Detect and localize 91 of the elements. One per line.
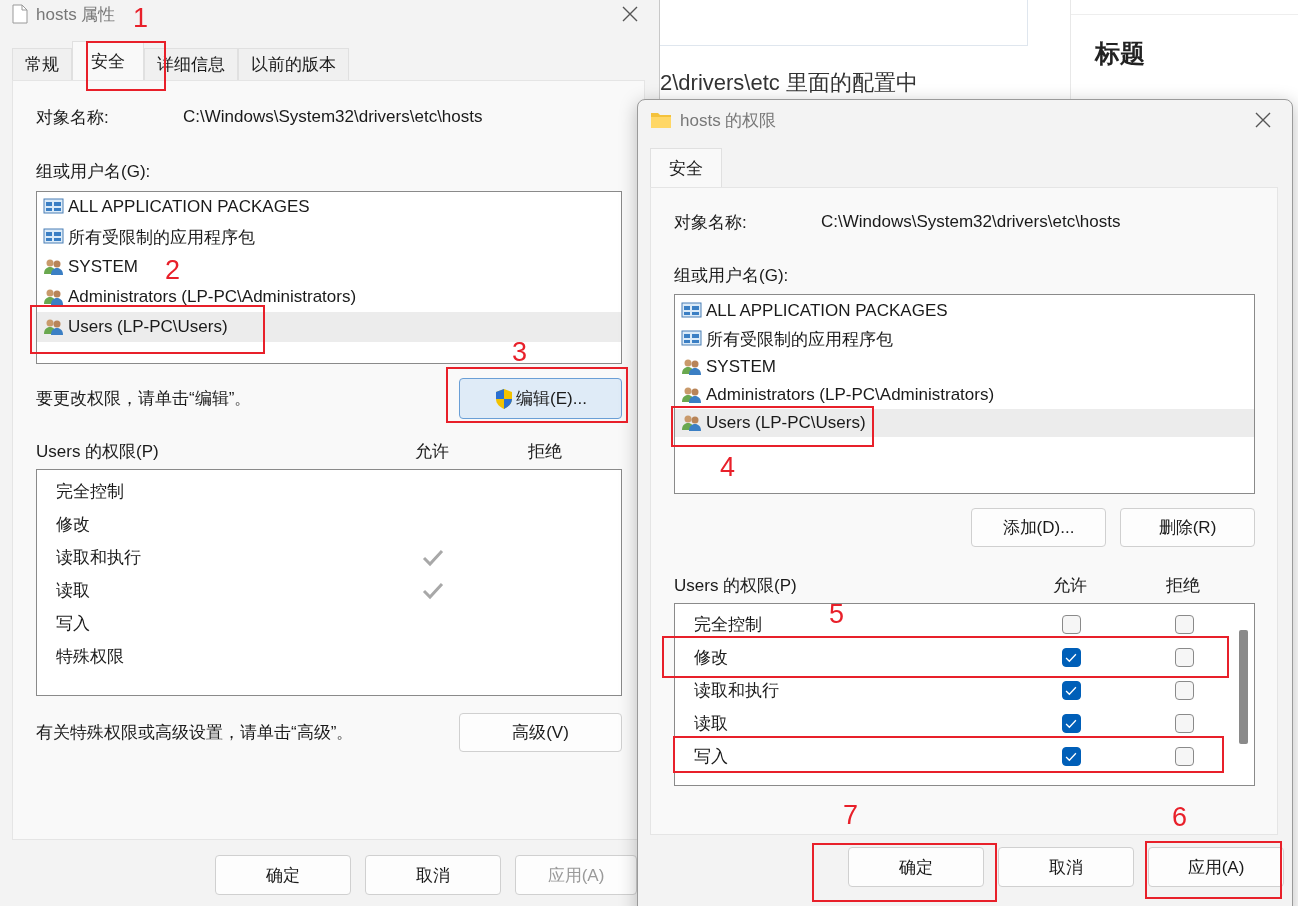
users-icon	[681, 386, 702, 404]
users-icon	[43, 288, 64, 306]
group-item[interactable]: SYSTEM	[675, 353, 782, 381]
close-icon[interactable]	[1254, 111, 1272, 129]
permission-name: 完全控制	[55, 481, 124, 503]
object-path: C:\Windows\System32\drivers\etc\hosts	[183, 107, 483, 127]
check-icon	[1065, 652, 1077, 663]
advanced-hint: 有关特殊权限或高级设置，请单击“高级”。	[36, 722, 354, 744]
close-icon[interactable]	[621, 5, 639, 23]
allow-checkbox[interactable]	[1061, 714, 1081, 733]
object-label: 对象名称:	[674, 211, 748, 234]
permission-name: 读取	[55, 580, 90, 602]
package-icon	[43, 228, 64, 246]
check-icon	[1065, 718, 1077, 729]
allow-header: 允许	[415, 441, 449, 463]
group-item[interactable]: 所有受限制的应用程序包	[675, 325, 899, 353]
annotation-number: 3	[512, 339, 528, 366]
dialog-button[interactable]: 取消	[998, 847, 1134, 887]
file-icon	[12, 4, 28, 24]
shield-icon	[494, 387, 515, 410]
permission-name: 修改	[55, 514, 90, 536]
allow-checkbox[interactable]	[1061, 747, 1081, 766]
group-item[interactable]: Users (LP-PC\Users)	[675, 409, 1254, 437]
group-item[interactable]: Users (LP-PC\Users)	[37, 312, 621, 342]
dialog-button[interactable]: 取消	[365, 855, 501, 895]
allow-checkbox[interactable]	[1061, 681, 1081, 700]
scrollbar-thumb[interactable]	[1239, 630, 1248, 744]
sidebar-heading: 标题	[1095, 38, 1146, 69]
package-icon	[43, 198, 64, 216]
group-label: 组或用户名(G):	[674, 265, 789, 287]
window-title: hosts 属性	[36, 3, 116, 26]
deny-checkbox[interactable]	[1174, 648, 1194, 667]
annotation-number: 1	[133, 5, 149, 32]
deny-header: 拒绝	[528, 441, 562, 463]
permission-name: 读取	[693, 713, 728, 735]
advanced-button[interactable]: 高级(V)	[459, 713, 622, 752]
annotation-number: 5	[829, 601, 845, 628]
annotation-number: 4	[720, 454, 736, 481]
group-label: 组或用户名(G):	[36, 161, 151, 183]
deny-checkbox[interactable]	[1174, 681, 1194, 700]
package-icon	[681, 302, 702, 320]
permissions-label: Users 的权限(P)	[674, 575, 797, 597]
allow-header: 允许	[1053, 575, 1087, 597]
check-icon	[422, 548, 444, 567]
group-item[interactable]: 所有受限制的应用程序包	[37, 222, 261, 252]
article-text: 2\drivers\etc 里面的配置中	[660, 69, 919, 97]
window-title: hosts 的权限	[680, 109, 777, 132]
check-icon	[1065, 685, 1077, 696]
group-item[interactable]: ALL APPLICATION PACKAGES	[37, 192, 316, 222]
group-item[interactable]: Administrators (LP-PC\Administrators)	[37, 282, 363, 312]
permission-name: 读取和执行	[693, 680, 779, 702]
users-icon	[681, 414, 702, 432]
remove-button[interactable]: 删除(R)	[1120, 508, 1255, 547]
tab[interactable]: 以前的版本	[238, 48, 349, 80]
dialog-button[interactable]: 确定	[848, 847, 984, 887]
permissions-label: Users 的权限(P)	[36, 441, 159, 463]
permission-name: 写入	[55, 613, 90, 635]
object-path: C:\Windows\System32\drivers\etc\hosts	[821, 212, 1121, 232]
annotation-number: 7	[843, 802, 859, 829]
deny-checkbox[interactable]	[1174, 615, 1194, 634]
users-icon	[681, 358, 702, 376]
tab[interactable]: 安全	[650, 148, 722, 187]
permission-name: 特殊权限	[55, 646, 124, 668]
deny-checkbox[interactable]	[1174, 747, 1194, 766]
annotation-number: 6	[1172, 804, 1188, 831]
permission-name: 读取和执行	[55, 547, 141, 569]
group-item[interactable]: Administrators (LP-PC\Administrators)	[675, 381, 1001, 409]
tab[interactable]: 常规	[12, 48, 72, 80]
edit-button[interactable]: 编辑(E)...	[459, 378, 622, 419]
deny-header: 拒绝	[1166, 575, 1200, 597]
tab[interactable]: 安全	[72, 41, 144, 80]
allow-checkbox[interactable]	[1061, 648, 1081, 667]
edit-hint: 要更改权限，请单击“编辑”。	[36, 388, 252, 410]
check-icon	[422, 581, 444, 600]
permission-name: 写入	[693, 746, 728, 768]
folder-icon	[650, 111, 672, 129]
annotation-number: 2	[165, 257, 181, 284]
deny-checkbox[interactable]	[1174, 714, 1194, 733]
group-item[interactable]: ALL APPLICATION PACKAGES	[675, 297, 954, 325]
permission-name: 修改	[693, 647, 728, 669]
users-icon	[43, 318, 64, 336]
allow-checkbox[interactable]	[1061, 615, 1081, 634]
add-button[interactable]: 添加(D)...	[971, 508, 1106, 547]
check-icon	[1065, 751, 1077, 762]
permission-name: 完全控制	[693, 614, 762, 636]
users-icon	[43, 258, 64, 276]
dialog-button[interactable]: 应用(A)	[1148, 847, 1284, 887]
dialog-button[interactable]: 确定	[215, 855, 351, 895]
object-label: 对象名称:	[36, 106, 110, 129]
group-item[interactable]: SYSTEM	[37, 252, 144, 282]
package-icon	[681, 330, 702, 348]
